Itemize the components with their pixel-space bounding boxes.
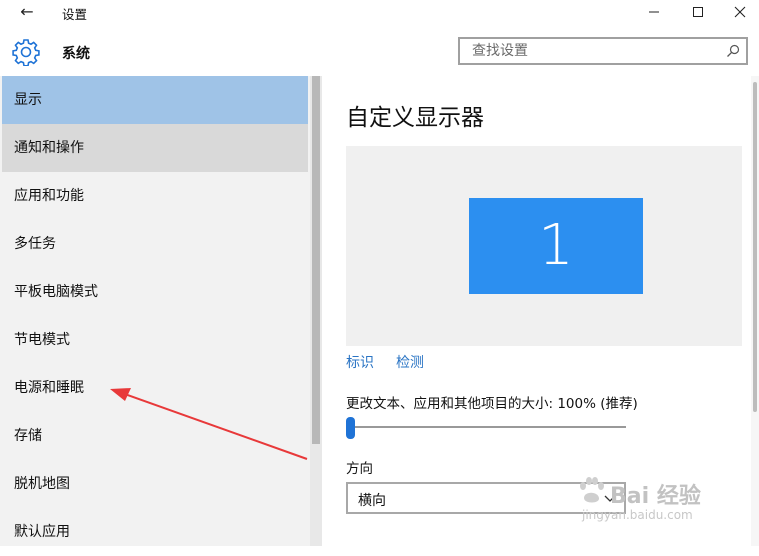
sidebar-item-apps-features[interactable]: 应用和功能: [2, 172, 308, 220]
search-box[interactable]: [458, 37, 748, 65]
sidebar-item-storage[interactable]: 存储: [2, 412, 308, 460]
sidebar-item-multitasking[interactable]: 多任务: [2, 220, 308, 268]
detect-link[interactable]: 检测: [396, 352, 424, 372]
back-arrow-icon[interactable]: ←: [12, 1, 42, 23]
search-icon[interactable]: [726, 44, 740, 58]
scale-slider-track[interactable]: [346, 426, 626, 428]
maximize-button[interactable]: [676, 0, 720, 24]
sidebar-item-notifications[interactable]: 通知和操作: [2, 124, 308, 172]
sidebar-item-display[interactable]: 显示: [2, 76, 308, 124]
close-icon: [734, 6, 746, 18]
sidebar-item-tablet-mode[interactable]: 平板电脑模式: [2, 268, 308, 316]
scale-slider-thumb[interactable]: [346, 417, 355, 439]
section-title: 自定义显示器: [346, 105, 484, 131]
minimize-icon: [649, 11, 659, 13]
sidebar-item-battery-saver[interactable]: 节电模式: [2, 316, 308, 364]
orientation-label: 方向: [346, 461, 373, 477]
scale-label: 更改文本、应用和其他项目的大小: 100% (推荐): [346, 396, 638, 412]
paw-logo-icon: [580, 477, 604, 503]
watermark-text: Bai 经验: [610, 484, 701, 509]
title-bar: ← 设置: [0, 0, 759, 26]
orientation-value: 横向: [358, 493, 386, 509]
maximize-icon: [693, 7, 703, 17]
page-title: 系统: [62, 46, 90, 62]
sidebar-item-power-sleep[interactable]: 电源和睡眠: [2, 364, 308, 412]
monitor-tile[interactable]: 1: [469, 198, 643, 294]
identify-link[interactable]: 标识: [346, 352, 374, 372]
close-button[interactable]: [718, 0, 759, 24]
window-title: 设置: [62, 7, 88, 22]
sidebar: 显示 通知和操作 应用和功能 多任务 平板电脑模式 节电模式 电源和睡眠 存储 …: [0, 76, 310, 546]
sidebar-item-default-apps[interactable]: 默认应用: [2, 508, 308, 556]
minimize-button[interactable]: [632, 0, 676, 24]
sidebar-item-offline-maps[interactable]: 脱机地图: [2, 460, 308, 508]
watermark-url: jingyan.baidu.com: [582, 508, 693, 522]
settings-header: 系统: [0, 26, 759, 76]
main-scrollbar-thumb[interactable]: [753, 82, 757, 412]
gear-icon: [12, 39, 40, 66]
sidebar-scrollbar-thumb[interactable]: [312, 76, 320, 444]
search-input[interactable]: [460, 39, 722, 63]
